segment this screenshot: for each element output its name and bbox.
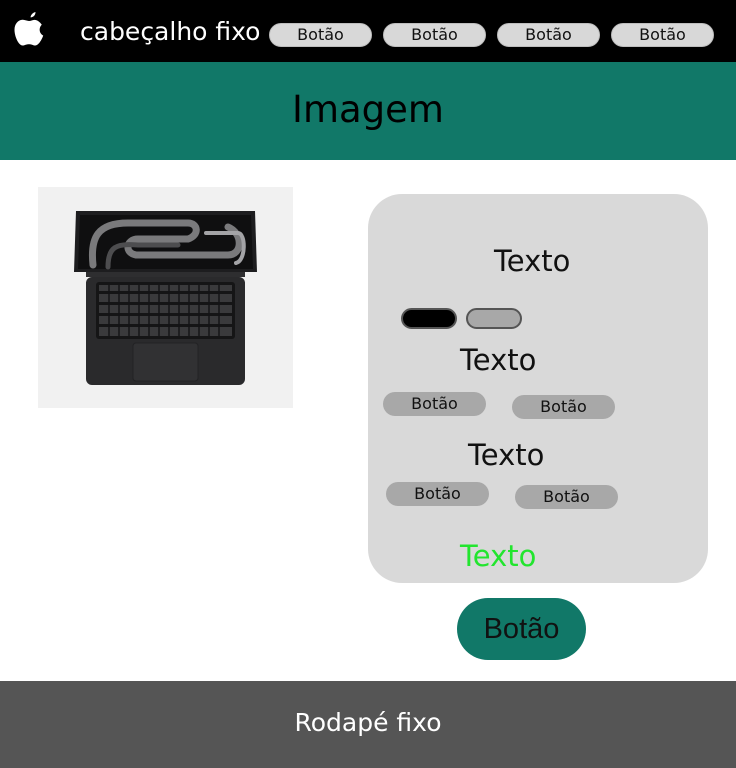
- card-heading: Texto: [494, 244, 571, 278]
- toggle-switch-on[interactable]: [401, 308, 457, 329]
- content-card: Texto Texto Botão Botão Texto Botão Botã…: [368, 194, 708, 583]
- toggle-switch-off[interactable]: [466, 308, 522, 329]
- fixed-header: cabeçalho fixo Botão Botão Botão Botão: [0, 0, 736, 62]
- section-2-button-1[interactable]: Botão: [386, 482, 489, 506]
- banner-title: Imagem: [292, 88, 444, 131]
- nav-button-1[interactable]: Botão: [269, 23, 372, 47]
- apple-logo-icon[interactable]: [12, 11, 46, 49]
- laptop-image: [38, 187, 293, 408]
- cta-button[interactable]: Botão: [457, 598, 586, 660]
- nav-button-4[interactable]: Botão: [611, 23, 714, 47]
- section-2-button-2[interactable]: Botão: [515, 485, 618, 509]
- nav-button-3[interactable]: Botão: [497, 23, 600, 47]
- section-2-title: Texto: [468, 438, 545, 472]
- nav-button-2[interactable]: Botão: [383, 23, 486, 47]
- header-title: cabeçalho fixo: [80, 17, 261, 46]
- fixed-footer: Rodapé fixo: [0, 681, 736, 768]
- footer-text: Rodapé fixo: [294, 708, 442, 737]
- section-1-button-2[interactable]: Botão: [512, 395, 615, 419]
- image-banner: Imagem: [0, 62, 736, 160]
- section-1-button-1[interactable]: Botão: [383, 392, 486, 416]
- laptop-illustration: [74, 211, 257, 385]
- section-1-title: Texto: [460, 343, 537, 377]
- highlight-text: Texto: [460, 539, 537, 573]
